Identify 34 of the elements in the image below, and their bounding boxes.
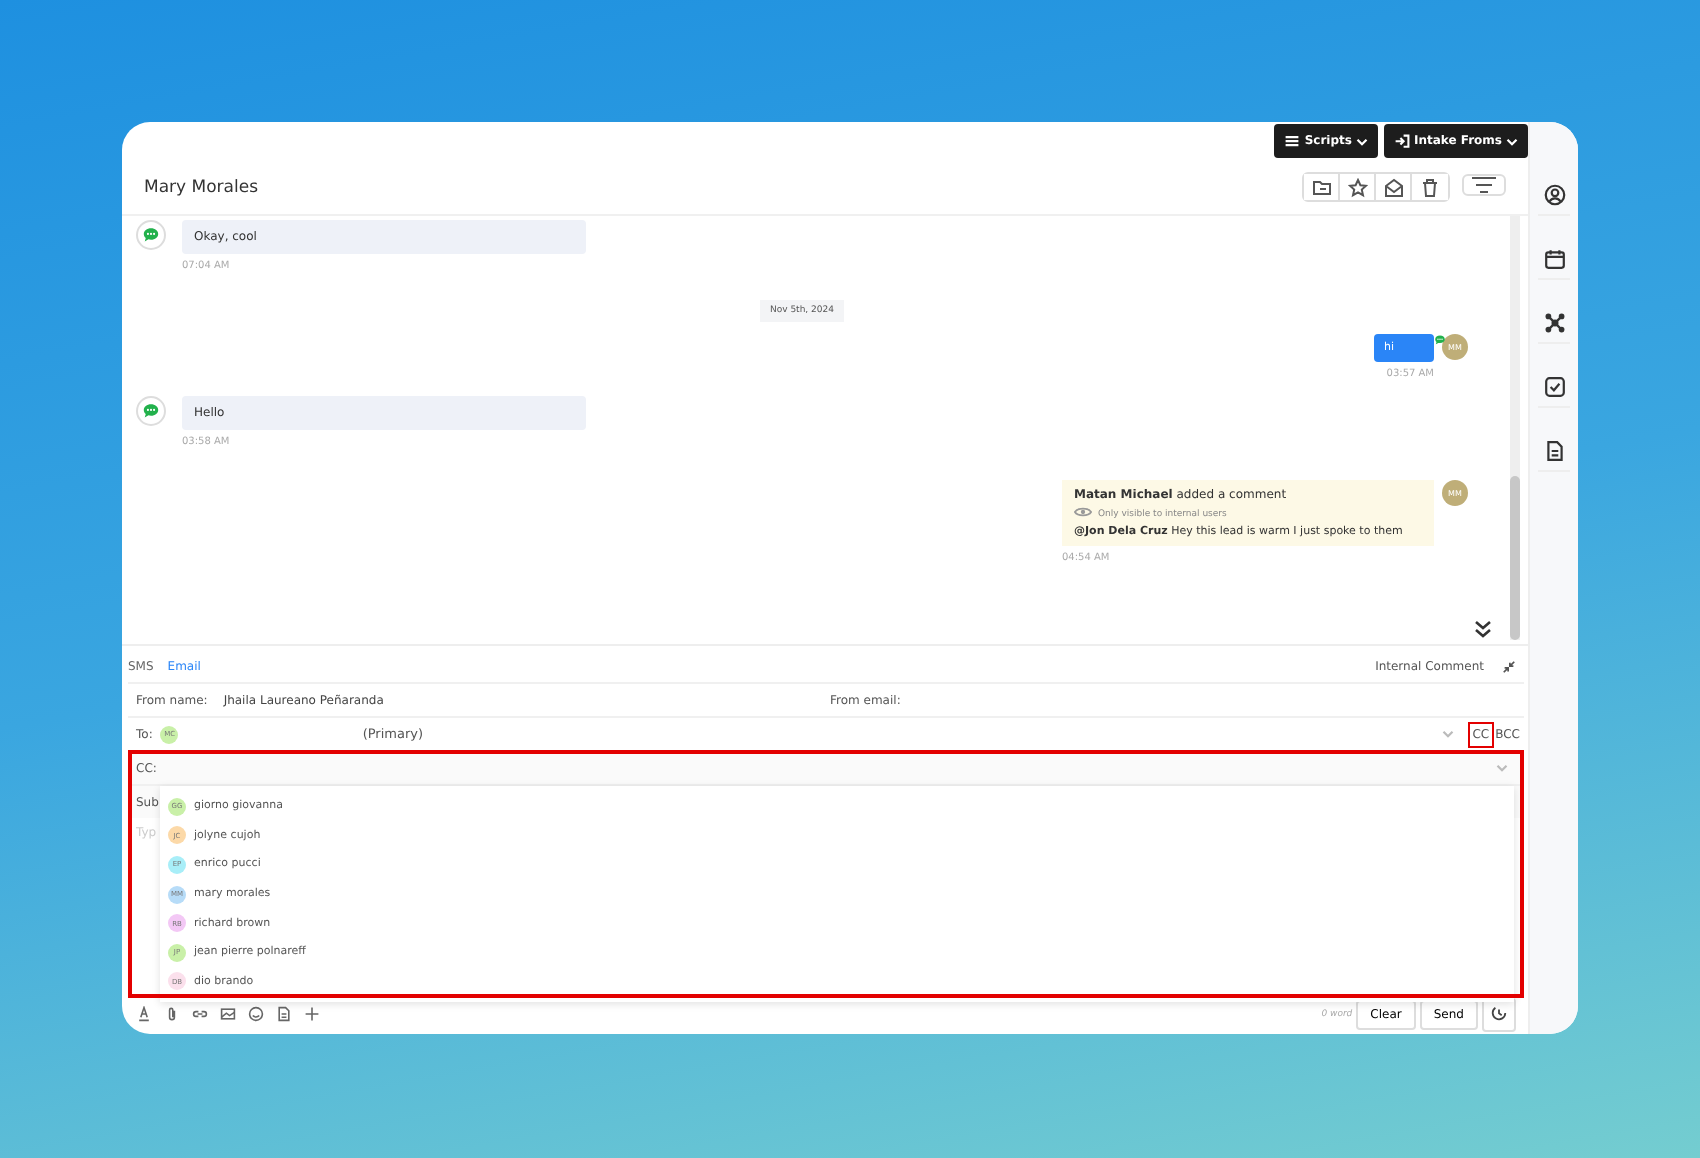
text-format-icon[interactable] [136,1006,152,1022]
chat-icon [136,220,166,250]
folder-button[interactable] [1304,174,1340,200]
scrollbar[interactable] [1510,216,1520,640]
envelope-icon [1383,177,1403,197]
sign-in-icon [1393,133,1410,149]
paperclip-icon[interactable] [164,1006,180,1022]
chat-icon [1434,334,1446,346]
folder-icon [1311,177,1331,197]
document-icon[interactable] [276,1006,292,1022]
document-icon [1543,439,1565,461]
smiley-icon[interactable] [248,1006,264,1022]
star-icon [1347,177,1367,197]
calendar-icon [1543,247,1565,269]
chat-icon [136,396,166,426]
eye-icon [1074,506,1092,522]
caret-icon [1496,764,1508,772]
person-icon [1543,183,1565,205]
list-icon [1284,133,1301,149]
clock-icon [1490,1003,1508,1021]
contact-name: Mary Morales [144,177,261,197]
caret-icon [1355,137,1368,145]
image-icon[interactable] [220,1006,236,1022]
collapse-icon[interactable] [1502,659,1516,673]
plus-icon[interactable] [304,1006,320,1022]
checkbox-icon [1543,375,1565,397]
link-icon[interactable] [192,1006,208,1022]
filter-icon [1472,175,1496,193]
filter-button[interactable] [1462,173,1506,195]
caret-icon [1442,730,1455,738]
caret-icon [1506,137,1518,145]
double-chevron-down-icon[interactable] [1474,620,1492,638]
nodes-icon [1543,311,1565,333]
trash-icon [1420,177,1440,197]
